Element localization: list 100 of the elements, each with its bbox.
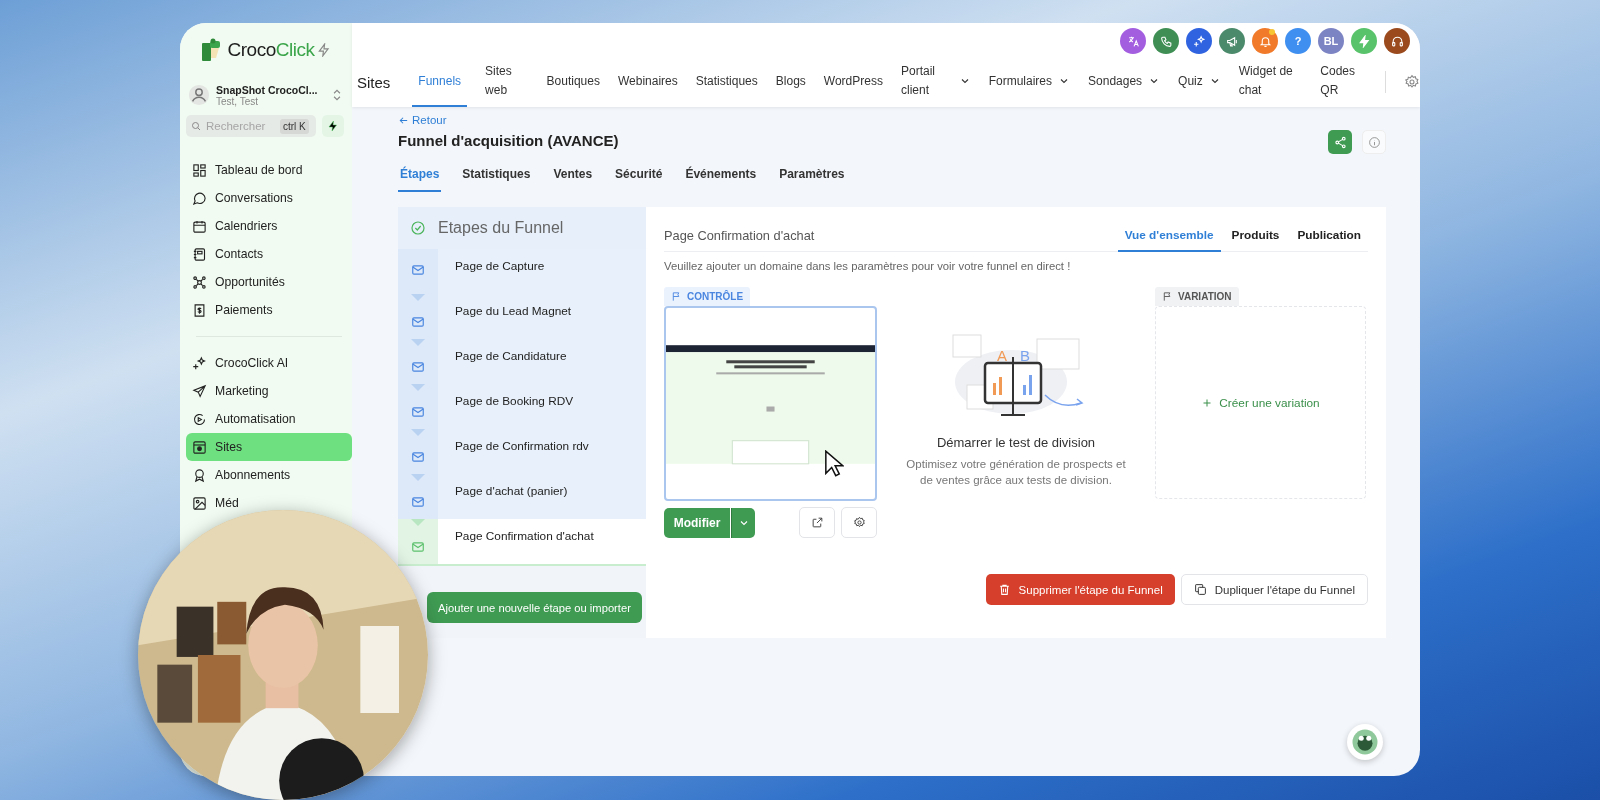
info-icon xyxy=(1367,135,1381,149)
page-tab[interactable]: Ventes xyxy=(551,162,595,192)
edit-button[interactable]: Modifier xyxy=(664,507,730,538)
browser-icon xyxy=(192,439,207,455)
mouse-cursor-icon xyxy=(824,450,844,478)
domain-notice: Veuillez ajouter un domaine dans les paramètres pour voir votre funnel en direct ! xyxy=(664,260,1072,272)
phone-icon xyxy=(1159,34,1173,48)
user-avatar[interactable]: BL xyxy=(1318,28,1344,54)
nav-tab[interactable]: Webinaires xyxy=(617,57,678,107)
sidebar-item[interactable]: Opportunités xyxy=(186,275,285,289)
sidebar-item[interactable]: Paiements xyxy=(186,303,273,317)
support-button[interactable] xyxy=(1384,28,1410,54)
nav-tab[interactable]: Boutiques xyxy=(546,57,600,107)
detail-tab[interactable]: Publication xyxy=(1290,228,1368,252)
page-tab[interactable]: Statistiques xyxy=(460,162,533,192)
envelope-icon xyxy=(411,405,425,419)
trash-icon xyxy=(997,583,1011,596)
nav-tab[interactable]: Sites web xyxy=(485,57,529,107)
mascot-icon xyxy=(1350,727,1380,757)
nav-tab[interactable]: Widget de chat xyxy=(1238,57,1303,107)
envelope-icon xyxy=(411,540,425,554)
settings-icon xyxy=(852,516,866,529)
funnel-step[interactable]: Page de Capture xyxy=(398,249,646,294)
sidebar-item[interactable]: Abonnements xyxy=(186,468,291,482)
nav-tab[interactable]: Statistiques xyxy=(695,57,758,107)
split-test-title: Démarrer le test de division xyxy=(936,435,1096,450)
nav-tab[interactable]: Formulaires xyxy=(988,57,1071,107)
nav-tab[interactable]: Quiz xyxy=(1178,57,1221,107)
flag-icon xyxy=(671,291,682,302)
page-tab[interactable]: Sécurité xyxy=(613,162,665,192)
megaphone-button[interactable] xyxy=(1219,28,1245,54)
sidebar-item[interactable]: Conversations xyxy=(186,191,293,205)
envelope-icon xyxy=(411,263,425,277)
page-tab[interactable]: Paramètres xyxy=(777,162,847,192)
search-field[interactable]: Rechercher ctrl K xyxy=(186,115,316,137)
grid-icon xyxy=(192,162,207,178)
sidebar-item[interactable]: Méd xyxy=(186,496,239,510)
funnel-step[interactable]: Page Confirmation d'achat xyxy=(398,519,646,564)
funnel-step[interactable]: Page de Candidature xyxy=(398,339,646,384)
flag-icon xyxy=(1162,291,1173,302)
nav-tab[interactable]: Funnels xyxy=(412,57,468,107)
page-title: Funnel d'acquisition (AVANCE) xyxy=(398,132,619,151)
sidebar-item[interactable]: Tableau de bord xyxy=(186,163,303,177)
notification-dot xyxy=(1269,29,1275,35)
sparkle-button[interactable] xyxy=(1186,28,1212,54)
sparkle-icon xyxy=(192,355,207,371)
sidebar-item[interactable]: Contacts xyxy=(186,247,264,261)
create-variation-link[interactable]: Créer une variation xyxy=(1201,395,1320,410)
back-link[interactable]: Retour xyxy=(398,112,619,128)
play-circle-icon xyxy=(192,411,207,427)
duplicate-step-button[interactable]: Dupliquer l'étape du Funnel xyxy=(1180,574,1368,605)
nav-tab[interactable]: Sondages xyxy=(1088,57,1161,107)
receipt-icon xyxy=(192,302,207,318)
bolt-button[interactable] xyxy=(1351,28,1377,54)
search-input[interactable]: Rechercher xyxy=(206,120,276,132)
headset-icon xyxy=(1390,34,1404,48)
settings-button[interactable] xyxy=(841,507,877,538)
phone-button[interactable] xyxy=(1153,28,1179,54)
sidebar-item[interactable]: Sites xyxy=(186,433,352,461)
nav-tab[interactable]: Blogs xyxy=(775,57,806,107)
edit-options-button[interactable] xyxy=(731,507,755,538)
translate-icon xyxy=(1126,34,1140,48)
notifications-button[interactable] xyxy=(1252,28,1278,54)
nav-tab[interactable]: WordPress xyxy=(823,57,883,107)
quick-action-button[interactable] xyxy=(322,115,344,137)
funnel-step[interactable]: Page de Confirmation rdv xyxy=(398,429,646,474)
copy-icon xyxy=(1193,583,1207,596)
search-icon xyxy=(190,120,202,132)
sidebar-item[interactable]: CrocoClick AI xyxy=(186,356,289,370)
account-subtitle: Test, Test xyxy=(216,95,259,107)
share-button[interactable] xyxy=(1328,130,1352,154)
funnel-step[interactable]: Page d'achat (panier) xyxy=(398,474,646,519)
page-tab[interactable]: Étapes xyxy=(398,162,442,192)
account-switcher[interactable]: SnapShot CrocoCl... Test, Test xyxy=(188,77,344,113)
bolt-icon xyxy=(317,43,332,57)
translate-button[interactable] xyxy=(1120,28,1146,54)
calendar-icon xyxy=(192,218,207,234)
funnel-step[interactable]: Page du Lead Magnet xyxy=(398,294,646,339)
variant-label: B xyxy=(1020,347,1030,364)
nav-tab[interactable]: Codes QR xyxy=(1320,57,1368,107)
sidebar-item[interactable]: Marketing xyxy=(186,384,269,398)
variant-label: A xyxy=(997,347,1007,364)
sparkle-icon xyxy=(1192,34,1206,48)
section-title: Sites xyxy=(357,73,391,91)
nav-tab[interactable]: Portail client xyxy=(900,57,971,107)
sidebar-item[interactable]: Calendriers xyxy=(186,219,278,233)
detail-tab[interactable]: Vue d'ensemble xyxy=(1117,228,1221,252)
check-circle-icon xyxy=(410,220,426,236)
page-tab[interactable]: Événements xyxy=(683,162,759,192)
add-step-button[interactable]: Ajouter une nouvelle étape ou importer xyxy=(427,592,642,623)
open-external-button[interactable] xyxy=(799,507,835,538)
bell-icon xyxy=(1258,34,1272,48)
detail-tab[interactable]: Produits xyxy=(1224,228,1287,252)
delete-step-button[interactable]: Supprimer l'étape du Funnel xyxy=(985,574,1175,605)
envelope-icon xyxy=(411,315,425,329)
paper-plane-icon xyxy=(192,383,207,399)
share-icon xyxy=(1333,135,1347,149)
sidebar-item[interactable]: Automatisation xyxy=(186,412,296,426)
funnel-step[interactable]: Page de Booking RDV xyxy=(398,384,646,429)
envelope-icon xyxy=(411,495,425,509)
